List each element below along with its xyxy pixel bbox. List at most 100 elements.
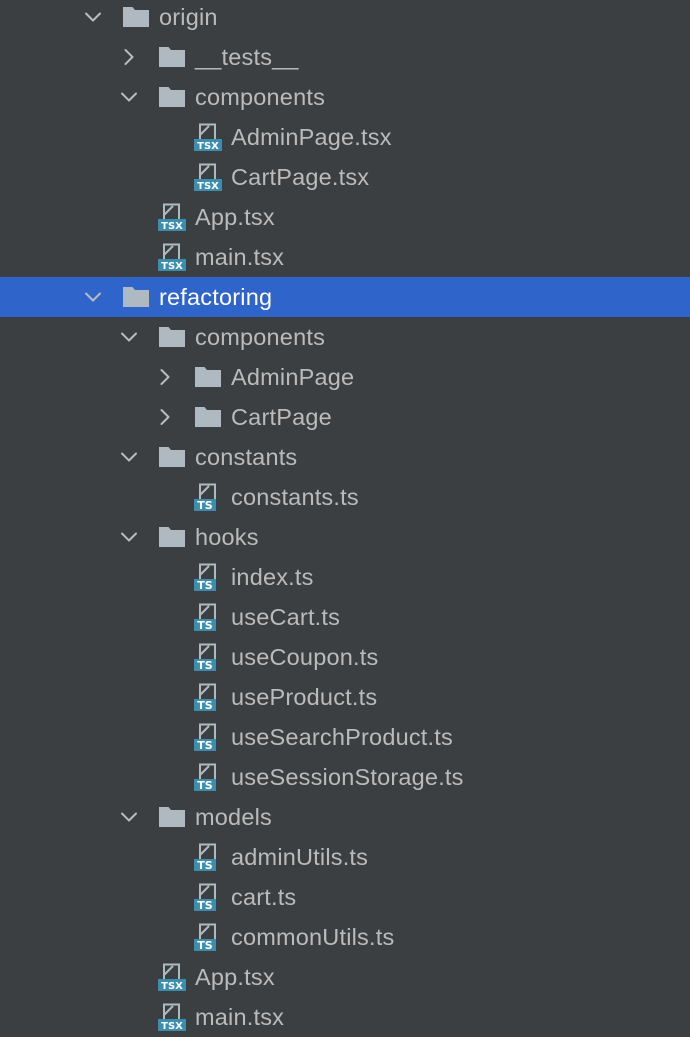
tree-folder-tests[interactable]: __tests__ [0,37,690,77]
tree-file-adminutils-ts[interactable]: TS adminUtils.ts [0,837,690,877]
tree-folder-components[interactable]: components [0,317,690,357]
tree-item-label: commonUtils.ts [231,924,395,950]
tree-folder-components[interactable]: components [0,77,690,117]
folder-icon [158,443,186,471]
tree-item-label: components [195,84,326,110]
tree-file-app-tsx[interactable]: TSX App.tsx [0,197,690,237]
tree-file-main-tsx[interactable]: TSX main.tsx [0,997,690,1037]
tsx-file-icon: TSX [158,1003,186,1031]
svg-text:TSX: TSX [161,1021,183,1031]
svg-text:TSX: TSX [161,261,183,271]
tree-file-commonutils-ts[interactable]: TS commonUtils.ts [0,917,690,957]
folder-icon [122,283,150,311]
tree-item-label: constants.ts [231,484,359,510]
tree-item-label: AdminPage.tsx [231,124,392,150]
tree-item-label: CartPage [231,404,332,430]
folder-icon [158,83,186,111]
svg-text:TS: TS [197,779,213,791]
tree-folder-refactoring[interactable]: refactoring [0,277,690,317]
ts-file-icon: TS [194,923,222,951]
tree-item-label: hooks [195,524,259,550]
tree-item-label: CartPage.tsx [231,164,370,190]
svg-text:TSX: TSX [161,221,183,231]
tsx-file-icon: TSX [194,123,222,151]
folder-icon [122,3,150,31]
tree-item-label: useProduct.ts [231,684,378,710]
chevron-down-icon[interactable] [84,288,102,306]
svg-text:TS: TS [197,499,213,511]
tree-folder-constants[interactable]: constants [0,437,690,477]
svg-text:TSX: TSX [161,981,183,991]
ts-file-icon: TS [194,763,222,791]
folder-icon [194,403,222,431]
ts-file-icon: TS [194,843,222,871]
tree-file-usesessionstorage-ts[interactable]: TS useSessionStorage.ts [0,757,690,797]
svg-text:TS: TS [197,619,213,631]
svg-text:TS: TS [197,659,213,671]
folder-icon [194,363,222,391]
ts-file-icon: TS [194,723,222,751]
svg-text:TS: TS [197,739,213,751]
tree-item-label: __tests__ [195,44,299,70]
ts-file-icon: TS [194,643,222,671]
tsx-file-icon: TSX [194,163,222,191]
svg-text:TS: TS [197,939,213,951]
chevron-down-icon[interactable] [120,88,138,106]
tree-folder-models[interactable]: models [0,797,690,837]
tree-item-label: components [195,324,326,350]
tree-item-label: useSessionStorage.ts [231,764,464,790]
tree-file-main-tsx[interactable]: TSX main.tsx [0,237,690,277]
tree-item-label: models [195,804,272,830]
tree-item-label: origin [159,4,218,30]
tsx-file-icon: TSX [158,203,186,231]
chevron-right-icon[interactable] [156,368,174,386]
tree-item-label: useSearchProduct.ts [231,724,453,750]
chevron-down-icon[interactable] [120,808,138,826]
svg-text:TSX: TSX [197,181,219,191]
tree-item-label: adminUtils.ts [231,844,369,870]
tsx-file-icon: TSX [158,243,186,271]
tree-item-label: main.tsx [195,244,285,270]
tree-file-adminpage-tsx[interactable]: TSX AdminPage.tsx [0,117,690,157]
tsx-file-icon: TSX [158,963,186,991]
tree-file-cart-ts[interactable]: TS cart.ts [0,877,690,917]
svg-text:TS: TS [197,899,213,911]
svg-text:TS: TS [197,579,213,591]
tree-folder-hooks[interactable]: hooks [0,517,690,557]
svg-text:TSX: TSX [197,141,219,151]
tree-folder-cartpage[interactable]: CartPage [0,397,690,437]
ts-file-icon: TS [194,683,222,711]
tree-file-app-tsx[interactable]: TSX App.tsx [0,957,690,997]
ts-file-icon: TS [194,603,222,631]
tree-item-label: useCoupon.ts [231,644,379,670]
tree-file-constants-ts[interactable]: TS constants.ts [0,477,690,517]
tree-item-label: constants [195,444,298,470]
tree-file-usecart-ts[interactable]: TS useCart.ts [0,597,690,637]
folder-icon [158,323,186,351]
folder-icon [158,803,186,831]
chevron-right-icon[interactable] [120,48,138,66]
project-file-tree: origin __tests__ components TSX AdminPage.ts… [0,0,690,1037]
ts-file-icon: TS [194,483,222,511]
tree-item-label: useCart.ts [231,604,341,630]
svg-text:TS: TS [197,699,213,711]
tree-file-usecoupon-ts[interactable]: TS useCoupon.ts [0,637,690,677]
tree-file-useproduct-ts[interactable]: TS useProduct.ts [0,677,690,717]
ts-file-icon: TS [194,563,222,591]
tree-item-label: App.tsx [195,204,275,230]
tree-file-index-ts[interactable]: TS index.ts [0,557,690,597]
tree-item-label: cart.ts [231,884,297,910]
tree-folder-adminpage[interactable]: AdminPage [0,357,690,397]
chevron-down-icon[interactable] [120,448,138,466]
chevron-down-icon[interactable] [84,8,102,26]
chevron-down-icon[interactable] [120,528,138,546]
tree-folder-origin[interactable]: origin [0,0,690,37]
tree-file-cartpage-tsx[interactable]: TSX CartPage.tsx [0,157,690,197]
chevron-right-icon[interactable] [156,408,174,426]
tree-item-label: index.ts [231,564,314,590]
folder-icon [158,43,186,71]
tree-file-usesearchproduct-ts[interactable]: TS useSearchProduct.ts [0,717,690,757]
svg-text:TS: TS [197,859,213,871]
chevron-down-icon[interactable] [120,328,138,346]
ts-file-icon: TS [194,883,222,911]
